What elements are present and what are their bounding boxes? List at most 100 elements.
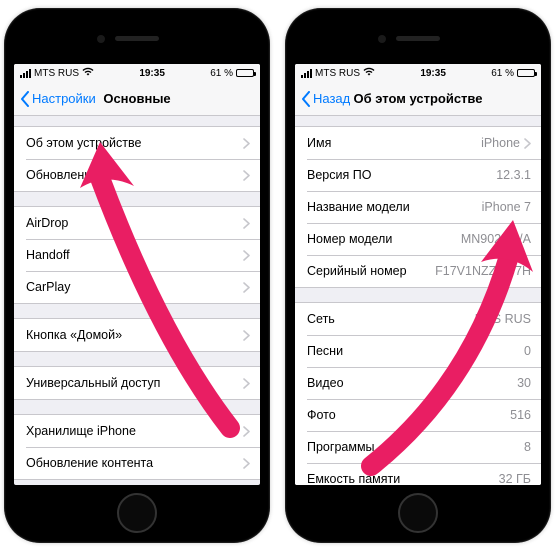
content-left[interactable]: Об этом устройстве Обновление ПО AirDrop Ha…: [14, 116, 260, 485]
row-label: Handoff: [26, 248, 70, 262]
settings-group: Хранилище iPhone Обновление контента: [14, 414, 260, 480]
table-row[interactable]: Обновление контента: [14, 447, 260, 479]
back-label: Назад: [313, 91, 350, 106]
row-label: Номер модели: [307, 232, 392, 246]
chevron-right-icon: [243, 218, 250, 229]
row-value: [243, 218, 250, 229]
battery-icon: [517, 69, 535, 77]
chevron-right-icon: [243, 458, 250, 469]
row-label: CarPlay: [26, 280, 70, 294]
home-button[interactable]: [117, 493, 157, 533]
chevron-right-icon: [243, 282, 250, 293]
screen-right: MTS RUS 19:35 61 % Назад Об этом устройс…: [295, 64, 541, 485]
back-label: Настройки: [32, 91, 96, 106]
nav-bar: Настройки Основные: [14, 82, 260, 116]
row-label: Песни: [307, 344, 343, 358]
table-row[interactable]: Песни 0: [295, 335, 541, 367]
table-row[interactable]: Номер модели MN902RU/A: [295, 223, 541, 255]
clock: 19:35: [420, 68, 446, 79]
table-row[interactable]: Универсальный доступ: [14, 367, 260, 399]
row-value: MN902RU/A: [461, 232, 531, 246]
row-label: Версия ПО: [307, 168, 371, 182]
back-button[interactable]: Настройки: [20, 91, 96, 107]
table-row[interactable]: Название моделиiPhone 7: [295, 191, 541, 223]
row-value: 0: [524, 344, 531, 358]
table-row[interactable]: Программы 8: [295, 431, 541, 463]
row-value: 8: [524, 440, 531, 454]
table-row[interactable]: Об этом устройстве: [14, 127, 260, 159]
row-value: [243, 170, 250, 181]
table-row[interactable]: Сеть MTS RUS: [295, 303, 541, 335]
row-value: [243, 458, 250, 469]
chevron-right-icon: [243, 426, 250, 437]
table-row[interactable]: AirDrop: [14, 207, 260, 239]
signal-icon: [301, 69, 312, 78]
row-label: Обновление контента: [26, 456, 153, 470]
table-row[interactable]: Handoff: [14, 239, 260, 271]
row-label: Универсальный доступ: [26, 376, 160, 390]
settings-group: AirDrop Handoff CarPlay: [14, 206, 260, 304]
battery-pct: 61 %: [210, 68, 233, 79]
status-bar: MTS RUS 19:35 61 %: [295, 64, 541, 82]
table-row[interactable]: CarPlay: [14, 271, 260, 303]
carrier-label: MTS RUS: [315, 68, 360, 79]
settings-group: Об этом устройстве Обновление ПО: [14, 126, 260, 192]
settings-group: Кнопка «Домой»: [14, 318, 260, 352]
phone-frame-left: MTS RUS 19:35 61 % Настройки Основные Об…: [4, 8, 270, 543]
battery-pct: 61 %: [491, 68, 514, 79]
settings-group: Сеть MTS RUS Песни 0 Видео 30 Фото 516 Программы…: [295, 302, 541, 485]
chevron-right-icon: [243, 250, 250, 261]
row-label: Обновление ПО: [26, 168, 120, 182]
row-value: 516: [510, 408, 531, 422]
table-row[interactable]: Серийный номерF17V1NZZHG7H: [295, 255, 541, 287]
row-label: Программы: [307, 440, 375, 454]
table-row[interactable]: Видео 30: [295, 367, 541, 399]
row-value: 32 ГБ: [499, 472, 531, 485]
phone-frame-right: MTS RUS 19:35 61 % Назад Об этом устройс…: [285, 8, 551, 543]
screen-left: MTS RUS 19:35 61 % Настройки Основные Об…: [14, 64, 260, 485]
back-button[interactable]: Назад: [301, 91, 350, 107]
row-value: [243, 138, 250, 149]
table-row[interactable]: Версия ПО 12.3.1: [295, 159, 541, 191]
chevron-right-icon: [243, 138, 250, 149]
row-value: [243, 330, 250, 341]
content-right[interactable]: ИмяiPhone Версия ПО 12.3.1 Название моделиi…: [295, 116, 541, 485]
table-row[interactable]: Кнопка «Домой»: [14, 319, 260, 351]
row-label: Имя: [307, 136, 331, 150]
table-row[interactable]: Фото 516: [295, 399, 541, 431]
signal-icon: [20, 69, 31, 78]
settings-group: ИмяiPhone Версия ПО 12.3.1 Название моделиi…: [295, 126, 541, 288]
chevron-right-icon: [243, 378, 250, 389]
carrier-label: MTS RUS: [34, 68, 79, 79]
row-label: Сеть: [307, 312, 335, 326]
settings-group: Универсальный доступ: [14, 366, 260, 400]
phone-camera: [378, 35, 386, 43]
chevron-right-icon: [524, 138, 531, 149]
row-value: [243, 378, 250, 389]
phone-speaker: [396, 36, 440, 41]
row-value: [243, 282, 250, 293]
table-row[interactable]: Хранилище iPhone: [14, 415, 260, 447]
row-value: [243, 426, 250, 437]
row-label: Видео: [307, 376, 344, 390]
row-label: Кнопка «Домой»: [26, 328, 122, 342]
row-value: MTS RUS: [475, 312, 531, 326]
phone-speaker: [115, 36, 159, 41]
chevron-right-icon: [243, 170, 250, 181]
chevron-right-icon: [243, 330, 250, 341]
table-row[interactable]: Обновление ПО: [14, 159, 260, 191]
row-label: Емкость памяти: [307, 472, 400, 485]
row-value: 30: [517, 376, 531, 390]
battery-icon: [236, 69, 254, 77]
row-label: Фото: [307, 408, 336, 422]
row-value: 12.3.1: [496, 168, 531, 182]
wifi-icon: [82, 67, 94, 79]
table-row[interactable]: Емкость памяти 32 ГБ: [295, 463, 541, 485]
row-value: iPhone 7: [482, 200, 531, 214]
wifi-icon: [363, 67, 375, 79]
table-row[interactable]: ИмяiPhone: [295, 127, 541, 159]
row-value: [243, 250, 250, 261]
home-button[interactable]: [398, 493, 438, 533]
row-label: AirDrop: [26, 216, 68, 230]
status-bar: MTS RUS 19:35 61 %: [14, 64, 260, 82]
